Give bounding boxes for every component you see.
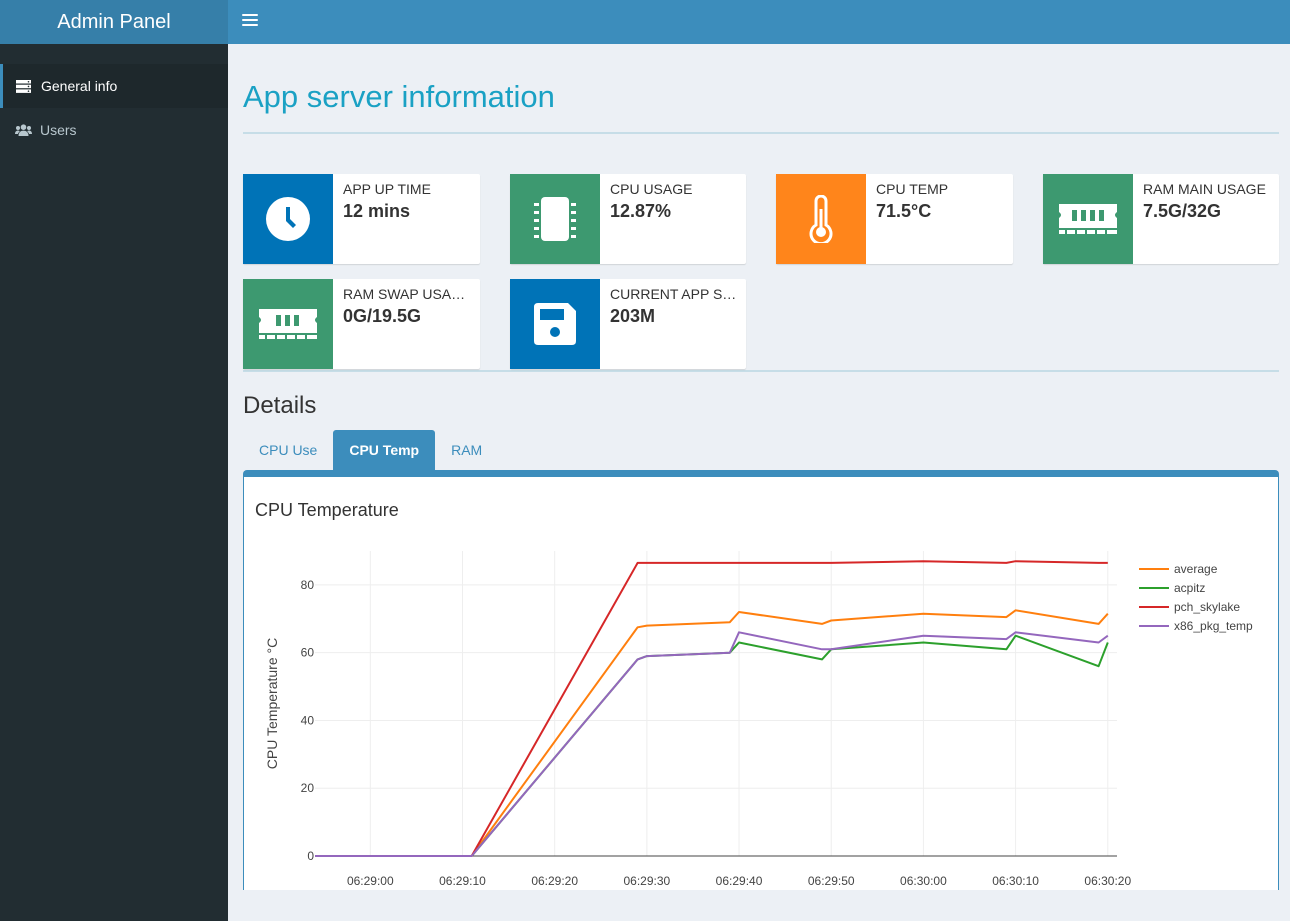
- main-content: App server information APP UP TIME 12 mi…: [243, 44, 1279, 890]
- users-icon: [15, 123, 32, 137]
- series-line-x86_pkg_temp: [315, 631, 1109, 857]
- info-box-cpu-temp: CPU TEMP 71.5°C: [776, 174, 1013, 264]
- info-box-value: 7.5G/32G: [1143, 201, 1222, 221]
- sidebar-item-label: Users: [40, 122, 77, 138]
- x-tick-label: 06:29:00: [347, 874, 394, 888]
- thermometer-icon: [776, 174, 866, 264]
- x-tick-label: 06:29:40: [716, 874, 763, 888]
- top-navbar: [228, 0, 1290, 44]
- legend-label: x86_pkg_temp: [1174, 619, 1253, 633]
- info-box-label: CPU USAGE: [610, 182, 693, 196]
- info-box-app-uptime: APP UP TIME 12 mins: [243, 174, 480, 264]
- sidebar: General info Users: [0, 44, 228, 921]
- info-box-cpu-usage: CPU USAGE 12.87%: [510, 174, 746, 264]
- series-line-pch_skylake: [315, 560, 1108, 857]
- tab-cpu-temp[interactable]: CPU Temp: [333, 430, 436, 470]
- info-box-ram-swap-usage: RAM SWAP USAGE 0G/19.5G: [243, 279, 480, 369]
- details-title: Details: [243, 392, 317, 419]
- sidebar-item-users[interactable]: Users: [0, 108, 228, 152]
- tab-cpu-use[interactable]: CPU Use: [243, 430, 333, 470]
- series-line-acpitz: [315, 634, 1109, 857]
- x-tick-label: 06:29:10: [439, 874, 486, 888]
- x-tick-label: 06:29:30: [624, 874, 671, 888]
- tab-ram[interactable]: RAM: [435, 430, 498, 470]
- y-tick-label: 80: [301, 578, 315, 592]
- floppy-disk-icon: [510, 279, 600, 369]
- x-tick-label: 06:30:10: [992, 874, 1039, 888]
- hamburger-menu-icon[interactable]: [242, 12, 258, 28]
- chip-icon: [510, 174, 600, 264]
- sidebar-item-label: General info: [41, 78, 118, 94]
- divider: [243, 370, 1279, 372]
- x-tick-label: 06:29:20: [531, 874, 578, 888]
- chart-panel: CPU Temperature 0 20 40 60 80 06:29:00 06:29:1…: [243, 470, 1279, 890]
- info-box-ram-main-usage: RAM MAIN USAGE 7.5G/32G: [1043, 174, 1279, 264]
- info-box-label: CURRENT APP SIZE: [610, 287, 737, 301]
- info-box-value: 12 mins: [343, 201, 411, 221]
- info-box-label: CPU TEMP: [876, 182, 949, 196]
- info-boxes: APP UP TIME 12 mins CPU USAGE 12.87% CPU…: [243, 134, 1279, 370]
- y-tick-label: 20: [301, 781, 315, 795]
- page-title: App server information: [243, 79, 555, 114]
- cpu-temperature-chart[interactable]: 0 20 40 60 80 06:29:00 06:29:10 06:29:20 06:29:3…: [244, 477, 1278, 890]
- info-box-value: 71.5°C: [876, 201, 932, 221]
- info-box-current-app-size: CURRENT APP SIZE 203M: [510, 279, 746, 369]
- info-box-label: RAM MAIN USAGE: [1143, 182, 1266, 196]
- legend-label: pch_skylake: [1174, 600, 1240, 614]
- y-tick-label: 60: [301, 646, 315, 660]
- x-tick-label: 06:30:20: [1084, 874, 1131, 888]
- x-tick-label: 06:30:00: [900, 874, 947, 888]
- y-tick-label: 0: [307, 849, 314, 863]
- y-tick-label: 40: [301, 713, 315, 727]
- memory-icon: [243, 279, 333, 369]
- sidebar-item-general-info[interactable]: General info: [0, 64, 228, 108]
- clock-icon: [243, 174, 333, 264]
- info-box-value: 0G/19.5G: [343, 306, 422, 326]
- info-box-value: 203M: [610, 306, 656, 326]
- legend-label: acpitz: [1174, 581, 1205, 595]
- info-box-label: RAM SWAP USAGE: [343, 287, 470, 301]
- legend-label: average: [1174, 562, 1218, 576]
- x-tick-label: 06:29:50: [808, 874, 855, 888]
- memory-icon: [1043, 174, 1133, 264]
- info-box-value: 12.87%: [610, 201, 672, 221]
- info-box-label: APP UP TIME: [343, 182, 431, 196]
- details-tabs: CPU Use CPU Temp RAM: [243, 430, 1279, 470]
- app-logo-title[interactable]: Admin Panel: [0, 0, 228, 44]
- y-axis-label: CPU Temperature °C: [264, 638, 280, 769]
- server-icon: [16, 79, 33, 93]
